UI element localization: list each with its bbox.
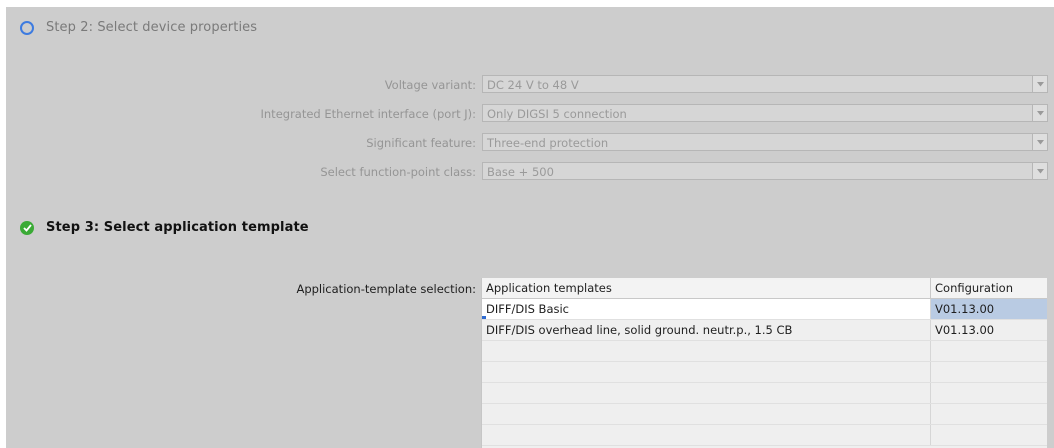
table-header: Application templates Configuration [482,278,1047,299]
empty-cell [482,383,931,403]
table-row [482,404,1047,425]
empty-cell [482,404,931,424]
step2-header: Step 2: Select device properties [20,20,257,35]
table-row [482,362,1047,383]
table-row[interactable]: DIFF/DIS Basic V01.13.00 [482,299,1047,320]
column-header-templates[interactable]: Application templates [482,278,931,298]
step3-title: Step 3: Select application template [46,220,309,235]
wizard-panel: Step 2: Select device properties Voltage… [6,7,1054,448]
significant-feature-select[interactable]: Three-end protection [482,133,1048,151]
ethernet-interface-row: Integrated Ethernet interface (port J): … [6,104,1054,124]
ethernet-interface-select[interactable]: Only DIGSI 5 connection [482,104,1048,122]
table-row [482,341,1047,362]
function-point-class-select[interactable]: Base + 500 [482,162,1048,180]
circle-outline-icon [20,20,34,35]
ethernet-interface-value: Only DIGSI 5 connection [487,107,627,121]
empty-cell [931,383,1047,403]
table-row [482,425,1047,446]
template-name: DIFF/DIS Basic [486,302,569,316]
application-template-table[interactable]: Application templates Configuration DIFF… [481,278,1047,448]
empty-cell [482,362,931,382]
empty-cell [931,404,1047,424]
template-name-cell[interactable]: DIFF/DIS Basic [482,299,931,319]
significant-feature-value: Three-end protection [487,136,609,150]
template-config-cell[interactable]: V01.13.00 [931,299,1047,319]
column-header-configuration[interactable]: Configuration [931,278,1047,298]
function-point-class-row: Select function-point class: Base + 500 [6,162,1054,182]
significant-feature-row: Significant feature: Three-end protectio… [6,133,1054,153]
chevron-down-icon[interactable] [1032,163,1047,179]
table-row [482,383,1047,404]
empty-cell [482,425,931,445]
table-row[interactable]: DIFF/DIS overhead line, solid ground. ne… [482,320,1047,341]
selection-marker [482,316,486,319]
check-circle-icon [20,220,34,235]
voltage-variant-row: Voltage variant: DC 24 V to 48 V [6,75,1054,95]
chevron-down-icon[interactable] [1032,105,1047,121]
significant-feature-label: Significant feature: [366,136,476,150]
step2-title: Step 2: Select device properties [46,20,258,35]
template-name-cell[interactable]: DIFF/DIS overhead line, solid ground. ne… [482,320,931,340]
function-point-class-label: Select function-point class: [320,165,476,179]
empty-cell [931,362,1047,382]
chevron-down-icon[interactable] [1032,76,1047,92]
empty-cell [482,341,931,361]
voltage-variant-select[interactable]: DC 24 V to 48 V [482,75,1048,93]
voltage-variant-value: DC 24 V to 48 V [487,78,579,92]
chevron-down-icon[interactable] [1032,134,1047,150]
function-point-class-value: Base + 500 [487,165,554,179]
ethernet-interface-label: Integrated Ethernet interface (port J): [260,107,477,121]
empty-cell [931,425,1047,445]
empty-cell [931,341,1047,361]
template-config-cell[interactable]: V01.13.00 [931,320,1047,340]
application-template-label: Application-template selection: [296,282,476,296]
step3-header: Step 3: Select application template [20,220,309,235]
voltage-variant-label: Voltage variant: [384,78,476,92]
